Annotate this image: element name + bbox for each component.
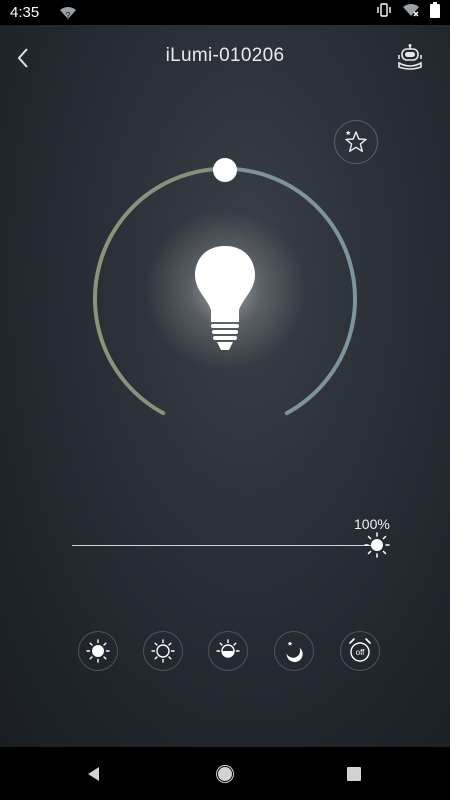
alarm-off-icon: off bbox=[349, 638, 371, 662]
sun-icon bbox=[364, 532, 390, 558]
status-bar: 4:35 ? bbox=[0, 0, 450, 25]
wifi-question-icon: ? bbox=[59, 6, 77, 20]
brightness-percent: 100% bbox=[354, 516, 390, 532]
dim-mode-button[interactable] bbox=[208, 631, 248, 671]
triangle-back-icon bbox=[88, 767, 99, 781]
circle-home-icon bbox=[216, 765, 234, 783]
svg-text:?: ? bbox=[66, 11, 71, 20]
nav-back-button[interactable] bbox=[79, 759, 109, 789]
signal-off-icon bbox=[402, 3, 420, 22]
sun-full-icon bbox=[86, 639, 110, 663]
square-recents-icon bbox=[347, 767, 361, 781]
sun-half-icon bbox=[216, 639, 240, 658]
battery-icon bbox=[430, 2, 440, 23]
system-nav-bar bbox=[0, 747, 450, 800]
brightness-slider-track[interactable] bbox=[72, 545, 377, 546]
nav-home-button[interactable] bbox=[210, 759, 240, 789]
brightness-slider-thumb[interactable] bbox=[364, 532, 390, 558]
color-dial-thumb[interactable] bbox=[213, 158, 237, 182]
vibrate-icon bbox=[376, 3, 392, 22]
nav-recents-button[interactable] bbox=[339, 759, 369, 789]
normal-mode-button[interactable] bbox=[143, 631, 183, 671]
off-timer-button[interactable]: off bbox=[340, 631, 380, 671]
sun-outline-icon bbox=[151, 639, 175, 663]
light-bulb-icon bbox=[175, 230, 275, 360]
mode-bar: off bbox=[0, 631, 450, 675]
bright-mode-button[interactable] bbox=[78, 631, 118, 671]
moon-star-icon bbox=[286, 641, 303, 662]
app-screen: iLumi-010206 100% off bbox=[0, 25, 450, 747]
status-time: 4:35 bbox=[10, 4, 40, 21]
off-label: off bbox=[356, 648, 366, 657]
night-mode-button[interactable] bbox=[274, 631, 314, 671]
